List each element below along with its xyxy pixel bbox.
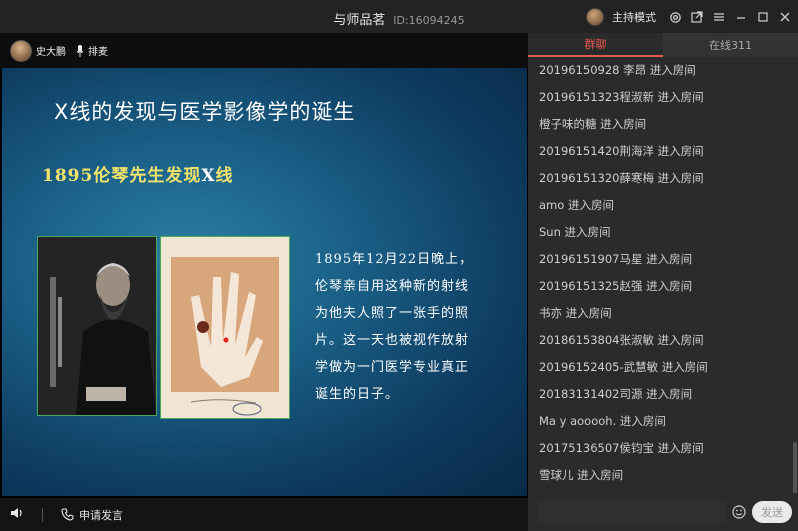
message-input-bar: 发送 xyxy=(528,493,798,531)
list-item: 20175136507侯钧宝 进入房间 xyxy=(539,441,704,455)
settings-icon[interactable] xyxy=(668,10,682,24)
list-item: 20196151907马星 进入房间 xyxy=(539,252,693,266)
presentation-slide: X线的发现与医学影像学的诞生 1895伦琴先生发现X线 1895年12月22日晚… xyxy=(2,68,527,496)
slide-body-line: 伦琴亲自用这种新的射线 xyxy=(315,279,470,294)
host-name: 史大鹏 xyxy=(36,47,66,58)
list-item: 书亦 进入房间 xyxy=(539,306,612,320)
volume-icon[interactable] xyxy=(10,507,24,522)
slide-title: X线的发现与医学影像学的诞生 xyxy=(54,100,356,124)
list-item: 20196152405-武慧敏 进入房间 xyxy=(539,360,708,374)
chat-panel: 群聊 在线311 20196150928 李昂 进入房间 20196151323… xyxy=(528,33,798,531)
message-input[interactable] xyxy=(538,500,726,524)
slide-body-text: 1895年12月22日晚上， 伦琴亲自用这种新的射线 为他夫人照了一张手的照 片… xyxy=(315,246,485,408)
list-item: 20196151325赵强 进入房间 xyxy=(539,279,693,293)
send-button[interactable]: 发送 xyxy=(752,501,792,523)
slide-body-line: 1895年12月22日晚上， xyxy=(315,252,474,267)
room-id: ID:16094245 xyxy=(393,14,465,27)
list-item: 雪球儿 进入房间 xyxy=(539,468,624,482)
stage-bottom-bar: 申请发言 xyxy=(0,498,528,531)
slide-body-line: 片。这一天也被视作放射 xyxy=(315,333,470,348)
list-item: Sun 进入房间 xyxy=(539,225,611,239)
list-item: 20196151420荆海洋 进入房间 xyxy=(539,144,704,158)
list-item: 20196151323程淑新 进入房间 xyxy=(539,90,704,104)
mic-queue-label: 排麦 xyxy=(88,47,108,58)
video-stage: 史大鹏 排麦 X线的发现与医学影像学的诞生 1895伦琴先生发现X线 1895年… xyxy=(0,33,528,531)
room-name: 与师品茗 xyxy=(333,13,386,28)
list-item: amo 进入房间 xyxy=(539,198,614,212)
chat-message-list[interactable]: 20196150928 李昂 进入房间 20196151323程淑新 进入房间 … xyxy=(528,57,798,493)
roentgen-portrait-image xyxy=(37,236,157,416)
list-item: 橙子味的糖 进入房间 xyxy=(539,117,647,131)
xray-hand-image xyxy=(160,236,290,419)
apply-speak-button[interactable]: 申请发言 xyxy=(61,507,123,523)
list-item: 20196150928 李昂 进入房间 xyxy=(539,63,696,77)
minimize-icon[interactable] xyxy=(734,10,748,24)
host-mode-label[interactable]: 主持模式 xyxy=(612,9,656,25)
slide-subtitle-post: 线 xyxy=(215,166,234,186)
slide-body-line: 学做为一门医学专业真正 xyxy=(315,360,470,375)
microphone-icon xyxy=(76,44,84,57)
close-icon[interactable] xyxy=(778,10,792,24)
apply-speak-label: 申请发言 xyxy=(79,508,123,522)
host-avatar[interactable] xyxy=(10,39,32,62)
mic-queue-button[interactable]: 排麦 xyxy=(76,43,108,58)
popout-icon[interactable] xyxy=(690,10,704,24)
tab-group-chat[interactable]: 群聊 xyxy=(528,33,663,57)
stage-top-bar: 史大鹏 排麦 xyxy=(0,33,528,68)
maximize-icon[interactable] xyxy=(756,10,770,24)
emoji-icon[interactable] xyxy=(732,505,746,519)
list-item: 20183131402司源 进入房间 xyxy=(539,387,693,401)
tab-online[interactable]: 在线311 xyxy=(663,33,798,57)
panel-tabs: 群聊 在线311 xyxy=(528,33,798,57)
phone-icon xyxy=(61,508,74,521)
list-item: 20186153804张淑敏 进入房间 xyxy=(539,333,704,347)
slide-subtitle: 1895伦琴先生发现X线 xyxy=(42,161,234,186)
chat-scrollbar[interactable] xyxy=(793,442,797,493)
slide-subtitle-x: X xyxy=(201,166,216,186)
slide-body-line: 为他夫人照了一张手的照 xyxy=(315,306,470,321)
user-avatar[interactable] xyxy=(586,8,604,26)
menu-icon[interactable] xyxy=(712,10,726,24)
list-item: 20196151320薛寒梅 进入房间 xyxy=(539,171,704,185)
list-item: Ma y aooooh. 进入房间 xyxy=(539,414,666,428)
slide-body-line: 诞生的日子。 xyxy=(315,387,400,402)
slide-subtitle-pre: 1895伦琴先生发现 xyxy=(42,166,202,186)
divider xyxy=(42,507,43,522)
title-bar: 与师品茗 ID:16094245 主持模式 xyxy=(0,0,798,33)
